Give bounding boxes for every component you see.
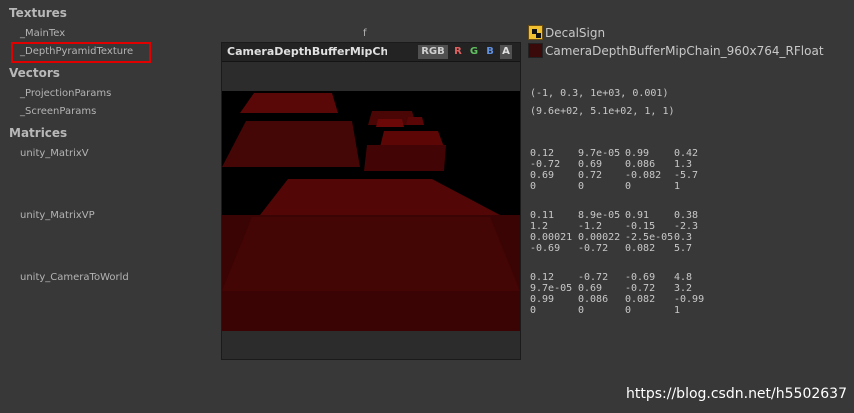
screen-params-value: (9.6e+02, 5.1e+02, 1, 1) — [530, 106, 675, 117]
projection-params-name: _ProjectionParams — [20, 88, 112, 99]
textures-header: Textures — [9, 6, 67, 20]
matrix-cell: 0.69 — [530, 170, 555, 181]
depth-texture-preview — [222, 91, 520, 331]
depth-pyramid-object-label[interactable]: CameraDepthBufferMipChain_960x764_RFloat — [545, 44, 824, 58]
main-tex-object-label[interactable]: DecalSign — [545, 26, 605, 40]
matrix-cell: 0 — [578, 181, 585, 192]
csdn-watermark: https://blog.csdn.net/h5502637 — [626, 386, 847, 402]
matrix-cell: 0.086 — [578, 294, 609, 305]
matrix-cell: 0.38 — [674, 210, 699, 221]
matrix-cell: 1.3 — [674, 159, 693, 170]
matrix-cell: 0 — [625, 305, 632, 316]
matrix-cell: 0 — [578, 305, 585, 316]
matrix-cell: -0.69 — [625, 272, 656, 283]
screen-params-name: _ScreenParams — [20, 106, 97, 117]
channel-g-button[interactable]: G — [468, 45, 480, 59]
matrix-cell: -1.2 — [578, 221, 603, 232]
matrix-cell: 0 — [625, 181, 632, 192]
matrix-cell: -0.72 — [578, 243, 609, 254]
matrix-cell: 0.99 — [625, 148, 650, 159]
channel-rgb-button[interactable]: RGB — [418, 45, 448, 59]
matrix-cell: 0.082 — [625, 243, 656, 254]
matrix-cell: 0.91 — [625, 210, 650, 221]
matrix-cell: -2.5e-05 — [625, 232, 674, 243]
matrix-cell: 1.2 — [530, 221, 549, 232]
channel-r-button[interactable]: R — [452, 45, 464, 59]
matrix-cell: 9.7e-05 — [530, 283, 573, 294]
matrix-cell: 0.3 — [674, 232, 693, 243]
matrix-cell: 9.7e-05 — [578, 148, 621, 159]
matrix-cell: 0.99 — [530, 294, 555, 305]
depth-texture-icon[interactable] — [528, 43, 543, 58]
matrix-cell: -0.082 — [625, 170, 662, 181]
preview-title: CameraDepthBufferMipChain_960x764_RFloat — [227, 45, 387, 58]
decal-sign-texture-icon[interactable] — [528, 25, 543, 40]
matrix-cell: -0.69 — [530, 243, 561, 254]
matrix-cell: 0.12 — [530, 148, 555, 159]
matrix-cell: 0.12 — [530, 272, 555, 283]
main-tex-value: f — [363, 28, 367, 39]
matrix-cell: -5.7 — [674, 170, 699, 181]
matrix-cell: 1 — [674, 305, 681, 316]
matrix-cell: 0 — [530, 181, 537, 192]
matrix-cell: 5.7 — [674, 243, 693, 254]
matrix-v-name: unity_MatrixV — [20, 148, 89, 159]
matrix-cell: 0 — [530, 305, 537, 316]
matrix-cell: 0.00021 — [530, 232, 573, 243]
matrix-vp-name: unity_MatrixVP — [20, 210, 95, 221]
matrix-cell: 0.69 — [578, 159, 603, 170]
main-tex-property-name: _MainTex — [20, 28, 66, 39]
matrix-cell: -0.15 — [625, 221, 656, 232]
matrix-cell: 0.11 — [530, 210, 555, 221]
matrix-cell: 0.086 — [625, 159, 656, 170]
matrix-cell: 8.9e-05 — [578, 210, 621, 221]
channel-a-button[interactable]: A — [500, 45, 512, 59]
preview-toolbar: CameraDepthBufferMipChain_960x764_RFloat… — [222, 43, 520, 62]
matrix-cell: -0.72 — [578, 272, 609, 283]
matrix-cell: 0.72 — [578, 170, 603, 181]
matrix-cell: -2.3 — [674, 221, 699, 232]
matrix-cell: -0.99 — [674, 294, 705, 305]
matrix-cell: 0.082 — [625, 294, 656, 305]
matrix-cell: 0.42 — [674, 148, 699, 159]
texture-preview-popup: CameraDepthBufferMipChain_960x764_RFloat… — [221, 42, 521, 360]
depth-texture-image — [222, 91, 520, 331]
matrices-header: Matrices — [9, 126, 68, 140]
channel-b-button[interactable]: B — [484, 45, 496, 59]
matrix-cell: 4.8 — [674, 272, 693, 283]
matrix-cell: -0.72 — [530, 159, 561, 170]
matrix-cell: 0.00022 — [578, 232, 621, 243]
projection-params-value: (-1, 0.3, 1e+03, 0.001) — [530, 88, 669, 99]
matrix-cell: 1 — [674, 181, 681, 192]
matrix-cell: 0.69 — [578, 283, 603, 294]
vectors-header: Vectors — [9, 66, 60, 80]
depth-pyramid-property-name[interactable]: _DepthPyramidTexture — [20, 46, 133, 57]
camera-to-world-name: unity_CameraToWorld — [20, 272, 129, 283]
matrix-cell: -0.72 — [625, 283, 656, 294]
matrix-cell: 3.2 — [674, 283, 693, 294]
